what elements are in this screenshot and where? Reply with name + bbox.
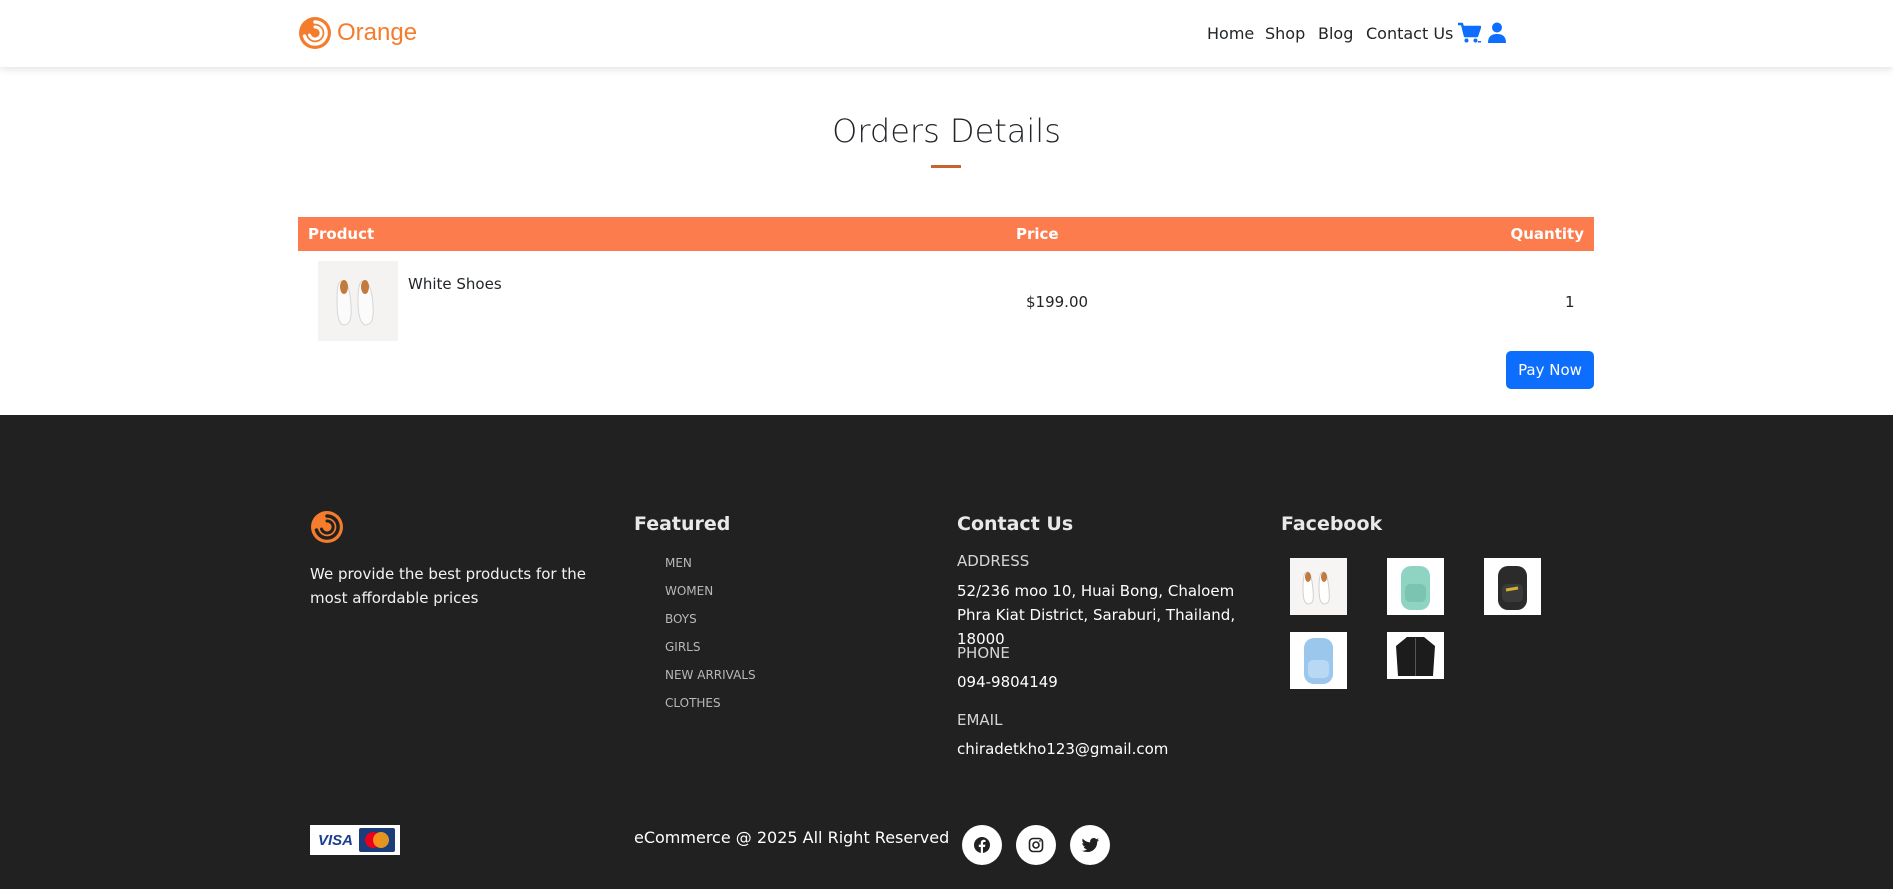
user-icon[interactable] xyxy=(1488,22,1506,43)
brand[interactable]: Orange xyxy=(298,16,417,50)
nav-blog[interactable]: Blog xyxy=(1318,24,1353,43)
visa-card-logo: VISA xyxy=(317,831,353,849)
featured-item-girls[interactable]: GIRLS xyxy=(665,639,756,667)
featured-list: MEN WOMEN BOYS GIRLS NEW ARRIVALS CLOTHE… xyxy=(665,555,756,723)
nav-shop[interactable]: Shop xyxy=(1265,24,1305,43)
header-price: Price xyxy=(1016,225,1059,243)
footer-logo-icon xyxy=(311,511,343,543)
featured-item-women[interactable]: WOMEN xyxy=(665,583,756,611)
twitter-icon xyxy=(1081,838,1099,852)
address-value: 52/236 moo 10, Huai Bong, Chaloem Phra K… xyxy=(957,582,1236,648)
product-quantity: 1 xyxy=(1565,293,1575,311)
featured-heading: Featured xyxy=(634,513,731,535)
featured-item-men[interactable]: MEN xyxy=(665,555,756,583)
product-name[interactable]: White Shoes xyxy=(408,275,502,293)
product-price: $199.00 xyxy=(1026,293,1089,311)
facebook-thumb-mint-backpack[interactable] xyxy=(1387,558,1444,615)
featured-item-new-arrivals[interactable]: NEW ARRIVALS xyxy=(665,667,756,695)
page-title: Orders Details xyxy=(832,112,1061,150)
phone-value[interactable]: 094-9804149 xyxy=(957,670,1267,694)
phone-label: PHONE xyxy=(957,644,1010,662)
brand-name: Orange xyxy=(337,19,418,46)
copyright: eCommerce @ 2025 All Right Reserved xyxy=(634,828,950,847)
orders-table: Product Price Quantity White Shoes $199.… xyxy=(298,217,1594,341)
orange-logo-icon xyxy=(299,17,331,49)
address-label: ADDRESS xyxy=(957,552,1030,570)
nav-contact-us[interactable]: Contact Us xyxy=(1366,24,1453,43)
facebook-icon xyxy=(974,837,990,853)
table-header-row: Product Price Quantity xyxy=(298,217,1594,251)
mastercard-logo xyxy=(359,828,395,852)
contact-heading: Contact Us xyxy=(957,513,1074,535)
header-product: Product xyxy=(308,225,375,243)
featured-item-boys[interactable]: BOYS xyxy=(665,611,756,639)
title-underline xyxy=(931,165,961,168)
cart-icon[interactable] xyxy=(1457,22,1481,44)
facebook-thumb-black-backpack[interactable] xyxy=(1484,558,1541,615)
header-quantity: Quantity xyxy=(1510,225,1585,243)
email-label: EMAIL xyxy=(957,711,1003,729)
pay-now-button[interactable]: Pay Now xyxy=(1506,351,1594,389)
nav-home[interactable]: Home xyxy=(1207,24,1254,43)
featured-item-clothes[interactable]: CLOTHES xyxy=(665,695,756,723)
facebook-button[interactable] xyxy=(962,825,1002,865)
table-row: White Shoes $199.00 1 xyxy=(298,251,1594,341)
navbar: Orange Home Shop Blog Contact Us xyxy=(0,0,1893,67)
facebook-thumb-blue-backpack[interactable] xyxy=(1290,632,1347,689)
footer: We provide the best products for the mos… xyxy=(0,415,1893,889)
facebook-thumb-black-jacket[interactable] xyxy=(1387,632,1444,679)
white-shoes-image xyxy=(318,261,398,341)
email-value[interactable]: chiradetkho123@gmail.com xyxy=(957,737,1267,761)
twitter-button[interactable] xyxy=(1070,825,1110,865)
product-thumbnail xyxy=(318,261,398,341)
facebook-thumb-shoes[interactable] xyxy=(1290,558,1347,615)
instagram-icon xyxy=(1028,837,1044,853)
instagram-button[interactable] xyxy=(1016,825,1056,865)
footer-description: We provide the best products for the mos… xyxy=(310,565,586,607)
payment-cards: VISA xyxy=(310,825,400,855)
facebook-heading: Facebook xyxy=(1281,513,1383,535)
